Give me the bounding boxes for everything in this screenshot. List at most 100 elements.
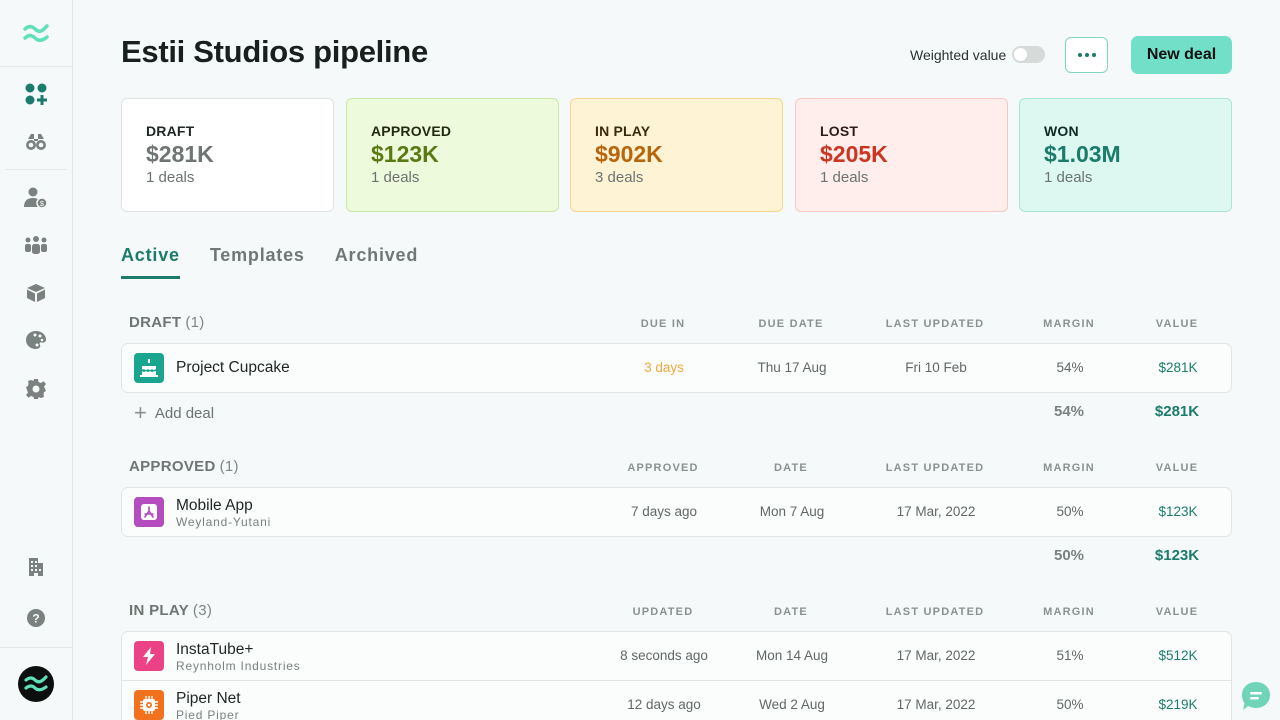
- column-header[interactable]: DATE: [731, 462, 851, 474]
- tab-archived[interactable]: Archived: [335, 245, 418, 279]
- cake-icon: [134, 353, 164, 383]
- deal-margin: 51%: [1056, 648, 1084, 663]
- section-count: (3): [192, 602, 213, 619]
- column-header[interactable]: VALUE: [1117, 606, 1237, 618]
- summary-card-draft[interactable]: DRAFT $281K 1 deals: [121, 98, 334, 212]
- deal-value: $512K: [1158, 648, 1198, 663]
- gear-icon: [26, 379, 46, 399]
- column-header[interactable]: MARGIN: [1009, 462, 1129, 474]
- summary-card-in-play[interactable]: IN PLAY $902K 3 deals: [570, 98, 783, 212]
- wave-logo-icon: [24, 675, 48, 692]
- card-count: 1 deals: [1044, 169, 1093, 186]
- section-totals: 54% $281K: [121, 403, 1232, 427]
- sidebar-item-team[interactable]: [0, 229, 72, 261]
- column-header[interactable]: LAST UPDATED: [875, 318, 995, 330]
- sidebar-item-clients[interactable]: $: [0, 182, 72, 214]
- deal-row[interactable]: Project Cupcake 3 days Thu 17 Aug Fri 10 Fe…: [122, 344, 1231, 392]
- section-title-text: DRAFT: [129, 314, 182, 331]
- section-title: APPROVED (1): [129, 458, 239, 475]
- dot: [1084, 53, 1089, 57]
- sidebar-divider: [0, 647, 72, 648]
- deal-client: Weyland-Yutani: [176, 515, 272, 529]
- deal-last-updated: Fri 10 Feb: [905, 360, 967, 375]
- deal-margin: 54%: [1056, 360, 1084, 375]
- deal-row[interactable]: InstaTube+ Reynholm Industries 8 seconds a…: [122, 632, 1231, 680]
- people-group-icon: [25, 236, 47, 254]
- total-value: $123K: [1154, 547, 1200, 564]
- weighted-value-label: Weighted value: [910, 46, 1007, 63]
- deal-list: Project Cupcake 3 days Thu 17 Aug Fri 10 Fe…: [121, 343, 1232, 393]
- summary-card-approved[interactable]: APPROVED $123K 1 deals: [346, 98, 559, 212]
- sidebar-item-dashboard[interactable]: [0, 78, 72, 110]
- column-header[interactable]: LAST UPDATED: [875, 606, 995, 618]
- building-icon: [29, 558, 43, 576]
- column-header[interactable]: DATE: [731, 606, 851, 618]
- section-count: (1): [219, 458, 239, 475]
- weighted-value-toggle[interactable]: [1012, 46, 1046, 63]
- deal-client: Reynholm Industries: [176, 659, 301, 673]
- card-count: 3 deals: [595, 169, 644, 186]
- sidebar: $ ?: [0, 0, 73, 720]
- tab-templates[interactable]: Templates: [210, 245, 305, 279]
- section-header-approved: APPROVED (1) APPROVED DATE LAST UPDATED MARGI…: [129, 458, 1229, 478]
- account-avatar[interactable]: [18, 666, 54, 702]
- tabs: Active Templates Archived: [121, 245, 418, 279]
- card-amount: $902K: [595, 141, 663, 167]
- section-header-in-play: IN PLAY (3) UPDATED DATE LAST UPDATED MARGIN V…: [129, 602, 1229, 622]
- deal-value: $281K: [1158, 360, 1198, 375]
- card-label: LOST: [820, 123, 859, 139]
- new-deal-button[interactable]: New deal: [1131, 36, 1232, 74]
- sidebar-item-help[interactable]: ?: [0, 602, 72, 634]
- sidebar-item-settings[interactable]: [0, 373, 72, 405]
- card-count: 1 deals: [820, 169, 869, 186]
- card-amount: $1.03M: [1044, 141, 1121, 167]
- deal-date: Mon 14 Aug: [755, 648, 829, 663]
- deal-status: 12 days ago: [627, 697, 701, 712]
- card-label: IN PLAY: [595, 123, 651, 139]
- tab-active[interactable]: Active: [121, 245, 180, 279]
- deal-value: $219K: [1158, 697, 1198, 712]
- sidebar-item-products[interactable]: [0, 277, 72, 309]
- user-dollar-icon: $: [24, 187, 48, 209]
- more-options-button[interactable]: [1065, 37, 1108, 73]
- column-header[interactable]: DUE DATE: [731, 318, 851, 330]
- sidebar-item-branding[interactable]: [0, 324, 72, 356]
- deal-name: Project Cupcake: [176, 359, 290, 376]
- deal-row[interactable]: Mobile App Weyland-Yutani 7 days ago Mon 7 …: [122, 488, 1231, 536]
- sidebar-item-explore[interactable]: [0, 126, 72, 158]
- weighted-value-control: Weighted value: [910, 46, 1046, 63]
- sidebar-item-company[interactable]: [0, 551, 72, 583]
- svg-text:$: $: [40, 201, 44, 208]
- section-title-text: APPROVED: [129, 458, 216, 475]
- card-label: DRAFT: [146, 123, 195, 139]
- deal-margin: 50%: [1056, 504, 1084, 519]
- lightning-icon: [134, 641, 164, 671]
- column-header[interactable]: MARGIN: [1009, 318, 1129, 330]
- column-header[interactable]: LAST UPDATED: [875, 462, 995, 474]
- logo[interactable]: [0, 0, 72, 67]
- column-header[interactable]: VALUE: [1117, 462, 1237, 474]
- card-amount: $205K: [820, 141, 888, 167]
- card-amount: $281K: [146, 141, 214, 167]
- deal-row[interactable]: Piper Net Pied Piper 12 days ago Wed 2 Aug 1…: [122, 680, 1231, 720]
- deal-name: InstaTube+: [176, 641, 254, 658]
- section-header-draft: DRAFT (1) DUE IN DUE DATE LAST UPDATED MARGIN…: [129, 314, 1229, 334]
- chat-button[interactable]: [1240, 680, 1272, 712]
- deal-name: Piper Net: [176, 690, 241, 707]
- dot: [1091, 53, 1096, 57]
- deal-status: 3 days: [644, 360, 684, 375]
- chat-icon: [1242, 682, 1270, 710]
- total-margin: 50%: [1053, 547, 1085, 564]
- column-header[interactable]: MARGIN: [1009, 606, 1129, 618]
- section-title-text: IN PLAY: [129, 602, 189, 619]
- column-header[interactable]: VALUE: [1117, 318, 1237, 330]
- card-count: 1 deals: [371, 169, 420, 186]
- summary-card-won[interactable]: WON $1.03M 1 deals: [1019, 98, 1232, 212]
- palette-icon: [26, 331, 46, 349]
- apps-add-icon: [25, 83, 47, 105]
- column-header[interactable]: DUE IN: [603, 318, 723, 330]
- summary-card-lost[interactable]: LOST $205K 1 deals: [795, 98, 1008, 212]
- deal-value: $123K: [1158, 504, 1198, 519]
- column-header[interactable]: UPDATED: [603, 606, 723, 618]
- column-header[interactable]: APPROVED: [603, 462, 723, 474]
